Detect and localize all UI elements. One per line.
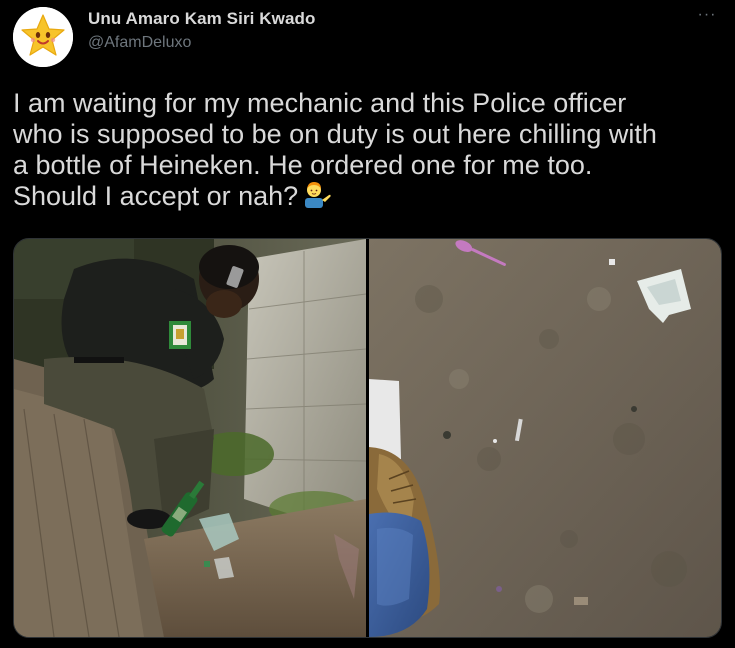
more-options-icon: ··· [697,6,717,23]
officer-sitting-on-phone-photo[interactable] [14,239,367,637]
more-options-button[interactable]: ··· [693,6,721,28]
star-face-emoji-icon [13,7,73,67]
tweet-text-line-last: Should I accept or nah? [13,181,725,212]
author-display-name[interactable]: Unu Amaro Kam Siri Kwado [88,9,316,29]
avatar[interactable] [13,7,73,67]
tweet: Unu Amaro Kam Siri Kwado @AfamDeluxo ···… [0,0,735,648]
author-handle[interactable]: @AfamDeluxo [88,34,191,52]
dirt-ground-and-boot-photo[interactable] [369,239,721,637]
tweet-text-line: a bottle of Heineken. He ordered one for… [13,150,593,180]
tweet-text-line: Should I accept or nah? [13,181,299,211]
tweet-media-grid [13,238,722,638]
tweet-text-line: who is supposed to be on duty is out her… [13,119,657,149]
person-tipping-hand-emoji-icon [302,181,332,208]
tweet-text: I am waiting for my mechanic and this Po… [13,88,725,212]
tweet-text-line: I am waiting for my mechanic and this Po… [13,88,627,118]
